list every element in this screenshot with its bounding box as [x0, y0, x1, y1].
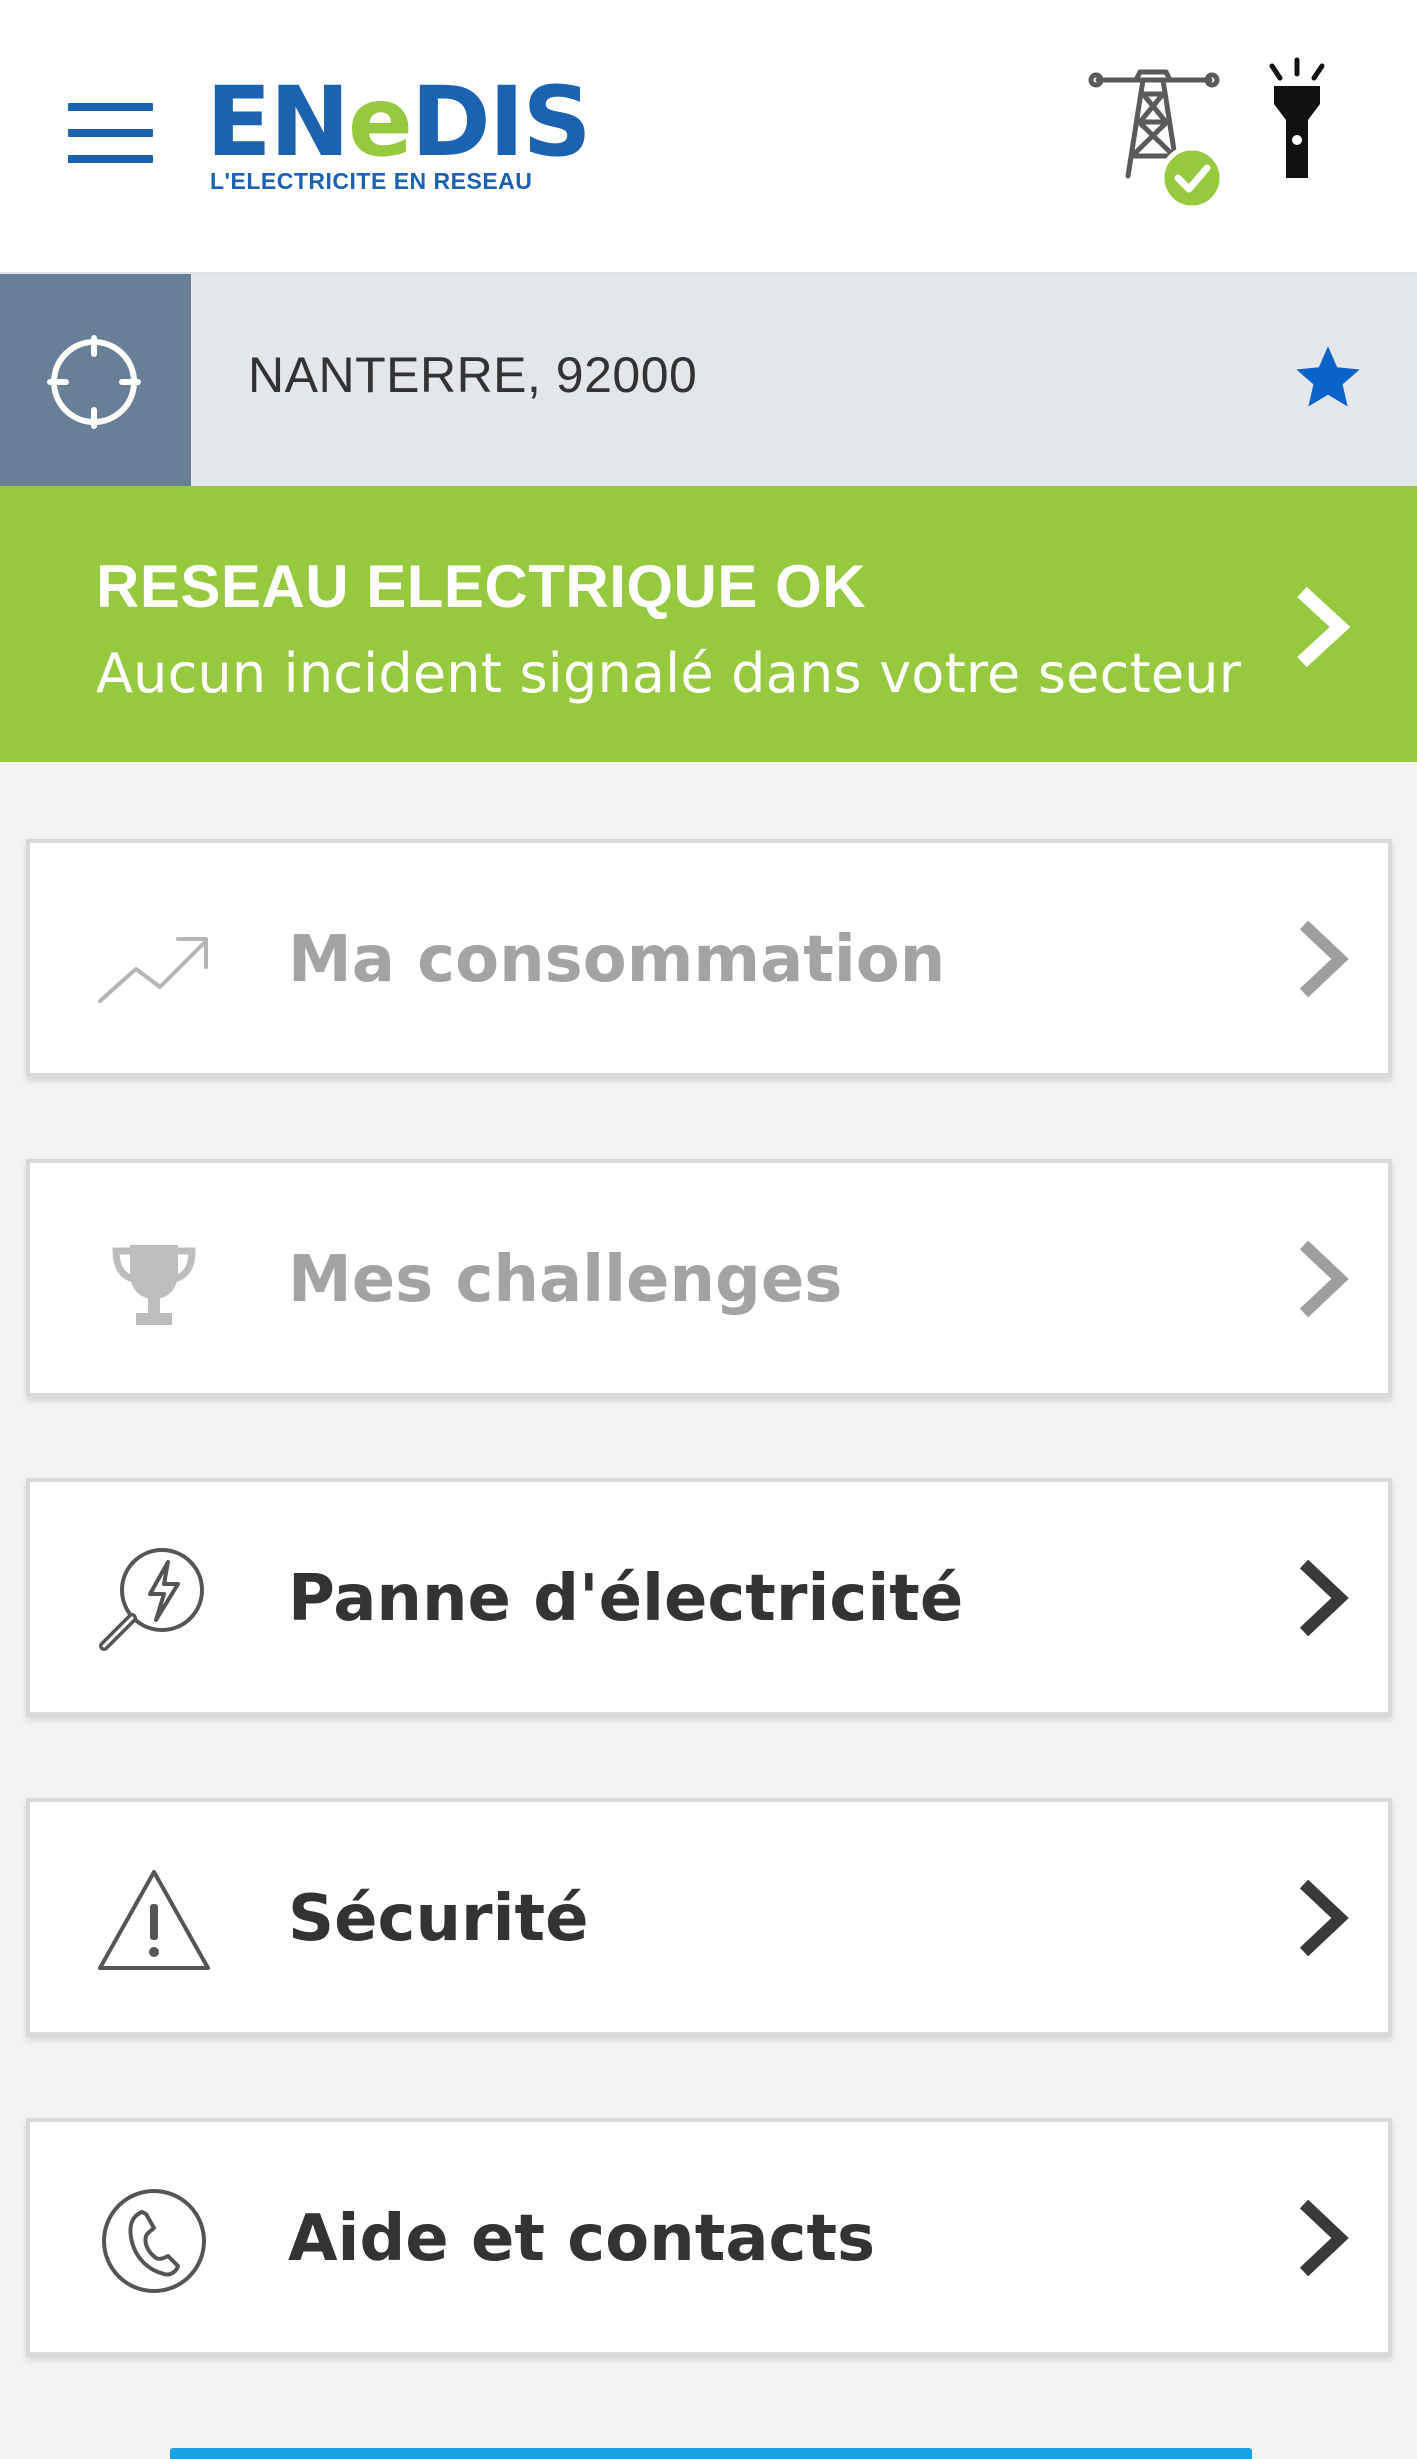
menu-item-ma-consommation[interactable]: Ma consommation — [26, 839, 1392, 1077]
trophy-icon — [112, 1245, 196, 1325]
logo-wordmark: ENeDIS — [206, 66, 592, 178]
logo-tagline: L'ELECTRICITE EN RESEAU — [210, 168, 533, 194]
bottom-action-bar[interactable] — [170, 2448, 1252, 2459]
chevron-right-icon — [1299, 1559, 1349, 1637]
pylon-status-icon[interactable] — [1088, 64, 1228, 214]
torch-icon[interactable] — [1262, 56, 1332, 186]
locate-button[interactable] — [0, 274, 191, 486]
status-subtitle: Aucun incident signalé dans votre secteu… — [96, 642, 1242, 705]
menu-item-aide-contacts[interactable]: Aide et contacts — [26, 2118, 1392, 2356]
chevron-right-icon — [1299, 1240, 1349, 1318]
menu-item-mes-challenges[interactable]: Mes challenges — [26, 1159, 1392, 1397]
menu-icon[interactable] — [68, 103, 153, 163]
network-status-banner[interactable]: RESEAU ELECTRIQUE OK Aucun incident sign… — [0, 486, 1417, 762]
menu-item-panne-electricite[interactable]: Panne d'électricité — [26, 1478, 1392, 1716]
favorite-star-icon[interactable] — [1290, 340, 1366, 416]
chevron-right-icon — [1299, 2199, 1349, 2277]
chevron-right-icon — [1299, 920, 1349, 998]
menu-item-securite[interactable]: Sécurité — [26, 1798, 1392, 2036]
menu-item-label: Sécurité — [288, 1882, 589, 1956]
warning-triangle-icon — [98, 1870, 210, 1970]
app-header: ENeDIS L'ELECTRICITE EN RESEAU — [0, 0, 1417, 274]
chevron-right-icon — [1299, 1879, 1349, 1957]
trend-up-icon — [98, 937, 208, 1003]
chevron-right-icon — [1297, 586, 1351, 668]
phone-icon — [102, 2189, 206, 2293]
menu-item-label: Aide et contacts — [288, 2202, 876, 2276]
enedis-logo: ENeDIS L'ELECTRICITE EN RESEAU — [206, 74, 592, 204]
menu-item-label: Mes challenges — [288, 1243, 843, 1317]
menu-item-label: Panne d'électricité — [288, 1562, 964, 1636]
locate-icon — [47, 335, 141, 429]
location-bar: NANTERRE, 92000 — [0, 274, 1417, 486]
menu-item-label: Ma consommation — [288, 923, 946, 997]
power-outage-search-icon — [99, 1548, 204, 1651]
status-title: RESEAU ELECTRIQUE OK — [96, 553, 867, 620]
location-text[interactable]: NANTERRE, 92000 — [248, 346, 697, 404]
